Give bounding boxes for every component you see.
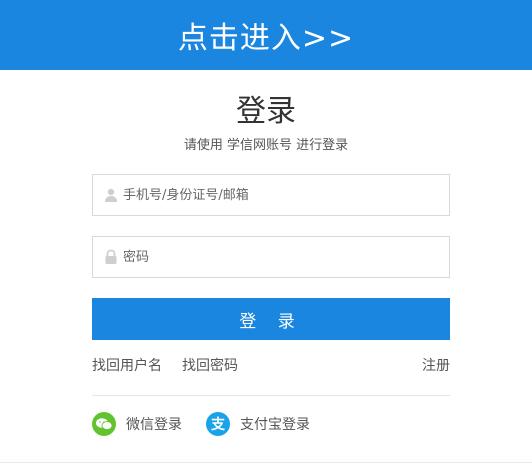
login-title: 登录 xyxy=(236,94,296,129)
divider xyxy=(92,395,450,396)
alipay-login-label: 支付宝登录 xyxy=(240,417,310,433)
login-button[interactable]: 登 录 xyxy=(92,298,450,340)
account-field xyxy=(92,174,450,216)
enter-banner-button[interactable]: 点击进入>> xyxy=(0,0,532,70)
login-subtitle: 请使用 学信网账号 进行登录 xyxy=(183,138,349,153)
alipay-icon: 支 xyxy=(206,412,230,436)
find-username-link[interactable]: 找回用户名 xyxy=(92,355,162,375)
find-password-link[interactable]: 找回密码 xyxy=(182,355,238,375)
password-input[interactable] xyxy=(121,238,449,276)
register-link[interactable]: 注册 xyxy=(422,355,450,375)
account-input[interactable] xyxy=(121,176,449,214)
lock-icon xyxy=(93,237,121,277)
wechat-icon xyxy=(92,412,116,436)
alipay-login-button[interactable]: 支 支付宝登录 xyxy=(206,412,310,436)
user-icon xyxy=(93,175,121,215)
enter-banner-label: 点击进入>> xyxy=(177,21,355,56)
wechat-login-button[interactable]: 微信登录 xyxy=(92,412,182,436)
bottom-divider xyxy=(0,462,532,463)
wechat-login-label: 微信登录 xyxy=(126,417,182,433)
password-field xyxy=(92,236,450,278)
